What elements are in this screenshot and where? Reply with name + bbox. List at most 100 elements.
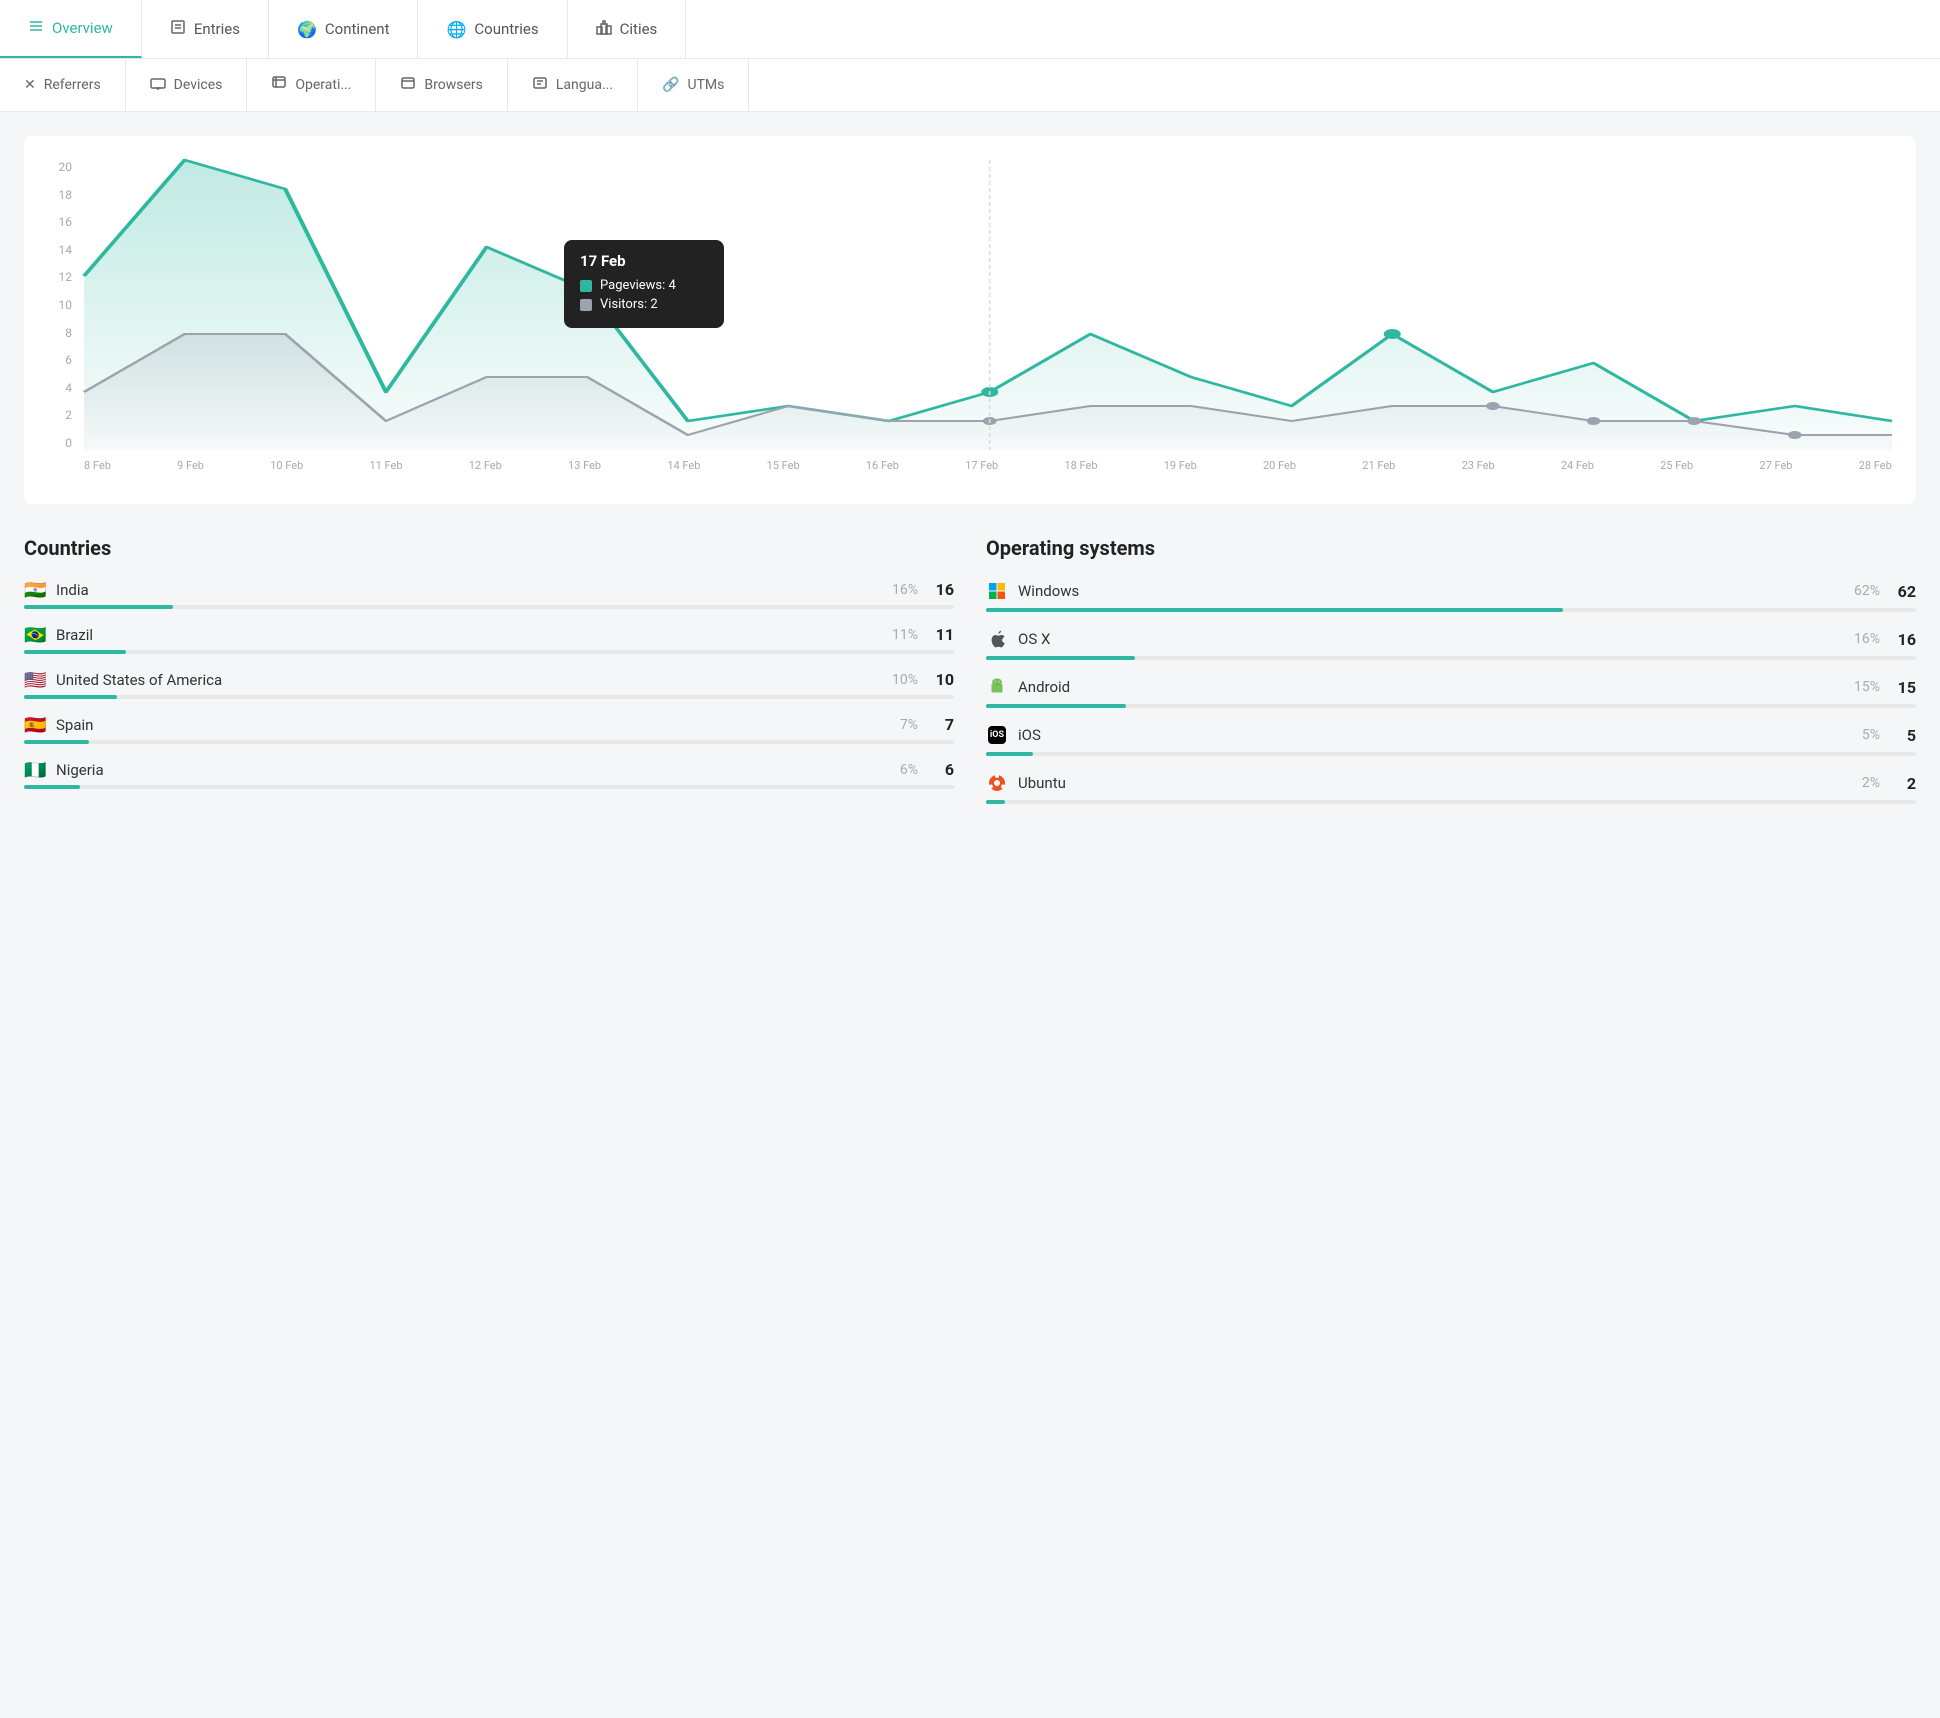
windows-bar-fill: [986, 608, 1563, 612]
devices-icon: [150, 75, 166, 95]
nigeria-flag: 🇳🇬: [24, 762, 46, 778]
osx-pct: 16%: [1854, 631, 1880, 647]
ios-pct: 5%: [1862, 727, 1880, 743]
nav-entries-label: Entries: [194, 20, 240, 38]
spain-name: Spain: [56, 716, 900, 734]
nigeria-count: 6: [930, 760, 954, 779]
utms-icon: 🔗: [662, 77, 679, 93]
india-bar-bg: [24, 605, 954, 609]
country-usa[interactable]: 🇺🇸 United States of America 10% 10: [24, 670, 954, 699]
nav-languages[interactable]: Langua...: [508, 59, 638, 111]
android-name: Android: [1018, 678, 1854, 696]
ios-name: iOS: [1018, 726, 1862, 744]
nav-continent-label: Continent: [325, 20, 390, 38]
spain-pct: 7%: [900, 717, 918, 733]
x-axis: 8 Feb 9 Feb 10 Feb 11 Feb 12 Feb 13 Feb …: [84, 450, 1892, 480]
brazil-bar-bg: [24, 650, 954, 654]
osx-count: 16: [1892, 630, 1916, 649]
os-android[interactable]: Android 15% 15: [986, 676, 1916, 708]
nav-cities[interactable]: Cities: [568, 0, 687, 58]
windows-pct: 62%: [1854, 583, 1880, 599]
android-icon: [986, 676, 1008, 698]
nav-utms[interactable]: 🔗 UTMs: [638, 59, 749, 111]
nigeria-pct: 6%: [900, 762, 918, 778]
browsers-icon: [400, 75, 416, 95]
primary-nav: Overview Entries 🌍 Continent 🌐 Countries…: [0, 0, 1940, 59]
ubuntu-name: Ubuntu: [1018, 774, 1862, 792]
chart-plot: 17 Feb Pageviews: 4 Visitors: 2: [84, 160, 1892, 450]
brazil-pct: 11%: [892, 627, 918, 643]
operating-icon: [271, 75, 287, 95]
windows-count: 62: [1892, 582, 1916, 601]
brazil-name: Brazil: [56, 626, 892, 644]
os-ubuntu[interactable]: Ubuntu 2% 2: [986, 772, 1916, 804]
overview-icon: [28, 18, 44, 38]
nav-overview[interactable]: Overview: [0, 0, 142, 58]
india-pct: 16%: [892, 582, 918, 598]
windows-name: Windows: [1018, 582, 1854, 600]
os-section: Operating systems Windows 62% 62: [986, 536, 1916, 820]
y-axis: 0 2 4 6 8 10 12 14 16 18 20: [48, 160, 78, 450]
os-osx[interactable]: OS X 16% 16: [986, 628, 1916, 660]
nav-countries[interactable]: 🌐 Countries: [418, 0, 567, 58]
ios-icon: iOS: [986, 724, 1008, 746]
nav-referrers[interactable]: ✕ Referrers: [0, 59, 126, 111]
nigeria-bar-bg: [24, 785, 954, 789]
osx-bar-fill: [986, 656, 1135, 660]
continent-icon: 🌍: [297, 20, 317, 39]
countries-title: Countries: [24, 536, 954, 560]
brazil-bar-fill: [24, 650, 126, 654]
android-pct: 15%: [1854, 679, 1880, 695]
nav-operating[interactable]: Operati...: [247, 59, 376, 111]
spain-flag: 🇪🇸: [24, 717, 46, 733]
nav-devices[interactable]: Devices: [126, 59, 248, 111]
usa-name: United States of America: [56, 671, 892, 689]
ubuntu-bar-fill: [986, 800, 1005, 804]
spain-bar-bg: [24, 740, 954, 744]
nav-continent[interactable]: 🌍 Continent: [269, 0, 419, 58]
ubuntu-icon: [986, 772, 1008, 794]
country-nigeria[interactable]: 🇳🇬 Nigeria 6% 6: [24, 760, 954, 789]
india-flag: 🇮🇳: [24, 582, 46, 598]
languages-icon: [532, 75, 548, 95]
nav-browsers[interactable]: Browsers: [376, 59, 507, 111]
android-bar-fill: [986, 704, 1126, 708]
india-name: India: [56, 581, 892, 599]
entries-icon: [170, 19, 186, 39]
os-title: Operating systems: [986, 536, 1916, 560]
apple-icon: [986, 628, 1008, 650]
android-bar-bg: [986, 704, 1916, 708]
country-brazil[interactable]: 🇧🇷 Brazil 11% 11: [24, 625, 954, 654]
osx-name: OS X: [1018, 630, 1854, 648]
nav-entries[interactable]: Entries: [142, 0, 269, 58]
india-count: 16: [930, 580, 954, 599]
windows-icon: [986, 580, 1008, 602]
chart-area: 0 2 4 6 8 10 12 14 16 18 20: [48, 160, 1892, 480]
ubuntu-pct: 2%: [1862, 775, 1880, 791]
brazil-flag: 🇧🇷: [24, 627, 46, 643]
usa-count: 10: [930, 670, 954, 689]
ios-bar-fill: [986, 752, 1033, 756]
nav-languages-label: Langua...: [556, 77, 613, 93]
usa-flag: 🇺🇸: [24, 672, 46, 688]
country-india[interactable]: 🇮🇳 India 16% 16: [24, 580, 954, 609]
os-windows[interactable]: Windows 62% 62: [986, 580, 1916, 612]
chart-card: 0 2 4 6 8 10 12 14 16 18 20: [24, 136, 1916, 504]
android-count: 15: [1892, 678, 1916, 697]
country-spain[interactable]: 🇪🇸 Spain 7% 7: [24, 715, 954, 744]
bottom-grid: Countries 🇮🇳 India 16% 16 🇧🇷 Brazil 11%: [24, 536, 1916, 820]
spain-count: 7: [930, 715, 954, 734]
usa-pct: 10%: [892, 672, 918, 688]
nav-utms-label: UTMs: [687, 77, 724, 93]
os-ios[interactable]: iOS iOS 5% 5: [986, 724, 1916, 756]
nav-devices-label: Devices: [174, 77, 223, 93]
nav-overview-label: Overview: [52, 19, 113, 37]
osx-bar-bg: [986, 656, 1916, 660]
nav-countries-label: Countries: [474, 20, 538, 38]
main-content: 0 2 4 6 8 10 12 14 16 18 20: [0, 112, 1940, 844]
nav-browsers-label: Browsers: [424, 77, 482, 93]
ubuntu-count: 2: [1892, 774, 1916, 793]
nav-referrers-label: Referrers: [44, 77, 101, 93]
ios-count: 5: [1892, 726, 1916, 745]
countries-icon: 🌐: [446, 20, 466, 39]
